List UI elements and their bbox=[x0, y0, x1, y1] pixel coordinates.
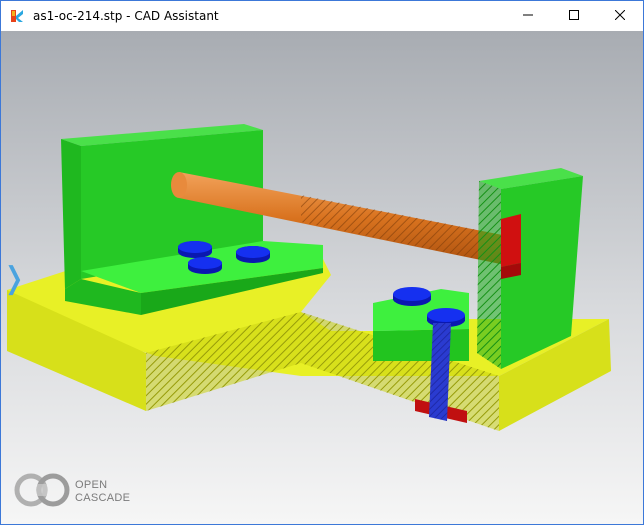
open-cascade-logo-icon bbox=[13, 471, 71, 513]
cad-assistant-app-icon bbox=[9, 8, 25, 24]
nut-right bbox=[393, 287, 431, 306]
3d-viewport[interactable]: ❭ OPEN CASCADE bbox=[1, 31, 643, 524]
open-cascade-logo: OPEN CASCADE bbox=[13, 471, 130, 513]
maximize-icon bbox=[569, 8, 579, 24]
window-controls bbox=[505, 1, 643, 31]
cad-model-scene[interactable] bbox=[1, 31, 643, 524]
open-cascade-wordmark: OPEN CASCADE bbox=[75, 479, 130, 505]
close-button[interactable] bbox=[597, 1, 643, 31]
brand-line-2: CASCADE bbox=[75, 492, 131, 504]
minimize-button[interactable] bbox=[505, 1, 551, 31]
app-window: as1-oc-214.stp - CAD Assistant ❭ OPEN CA… bbox=[0, 0, 644, 525]
maximize-button[interactable] bbox=[551, 1, 597, 31]
brand-line-1: OPEN bbox=[75, 479, 108, 491]
close-icon bbox=[614, 8, 626, 24]
right-bracket[interactable] bbox=[373, 168, 583, 369]
minimize-icon bbox=[523, 8, 533, 24]
window-title: as1-oc-214.stp - CAD Assistant bbox=[33, 9, 219, 23]
side-panel-toggle-icon[interactable]: ❭ bbox=[1, 259, 26, 299]
title-bar[interactable]: as1-oc-214.stp - CAD Assistant bbox=[1, 1, 643, 31]
